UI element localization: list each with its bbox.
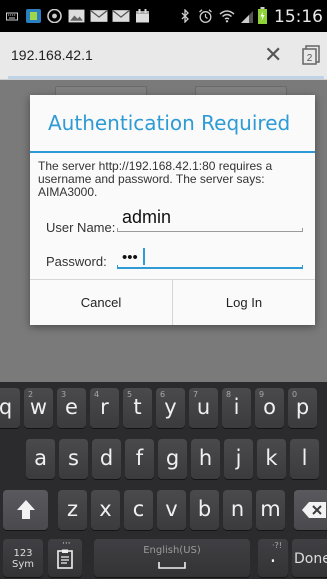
key-f[interactable]: f: [125, 439, 154, 479]
password-value: •••: [122, 249, 138, 266]
signal-icon: [241, 11, 253, 23]
key-w[interactable]: 2w: [24, 388, 53, 428]
key-n[interactable]: n: [223, 490, 252, 530]
tabs-icon[interactable]: 2: [302, 45, 320, 65]
key-t[interactable]: 5t: [123, 388, 152, 428]
key-g[interactable]: g: [158, 439, 187, 479]
keyboard-icon: [6, 12, 18, 21]
calendar-icon: [136, 9, 149, 23]
mail-icon: [112, 10, 130, 22]
username-field[interactable]: admin: [117, 207, 303, 232]
username-value: admin: [122, 207, 172, 227]
app-icon: [26, 9, 41, 23]
password-field[interactable]: •••: [117, 247, 303, 269]
key-e[interactable]: 3e: [57, 388, 86, 428]
key-i[interactable]: 8i: [222, 388, 251, 428]
auth-dialog: Authentication Required The server http:…: [30, 95, 315, 325]
status-time: 15:16: [274, 7, 323, 27]
text-caret: [143, 248, 145, 265]
url-bar[interactable]: 192.168.42.1 ✕ 2: [0, 32, 327, 80]
shift-icon: [17, 500, 35, 519]
key-a[interactable]: a: [26, 439, 55, 479]
password-label: Password:: [46, 254, 107, 269]
key-p[interactable]: 0p: [288, 388, 317, 428]
done-key[interactable]: Done: [292, 539, 327, 577]
key-l[interactable]: l: [290, 439, 319, 479]
cancel-button[interactable]: Cancel: [30, 280, 172, 325]
dialog-message: The server http://192.168.42.1:80 requir…: [38, 159, 273, 199]
tabs-count: 2: [307, 53, 313, 64]
backspace-key[interactable]: [294, 490, 327, 530]
key-c[interactable]: c: [124, 490, 153, 530]
key-q[interactable]: 1q: [0, 388, 20, 428]
key-j[interactable]: j: [224, 439, 253, 479]
key-z[interactable]: z: [58, 490, 87, 530]
close-icon[interactable]: ✕: [264, 42, 282, 68]
dimmed-webpage: [0, 325, 327, 382]
period-key[interactable]: ·?! .: [258, 539, 288, 577]
soft-keyboard: 1q 2w 3e 4r 5t 6y 7u 8i 9o 0p a s d f g …: [0, 382, 327, 579]
key-x[interactable]: x: [91, 490, 120, 530]
mail-icon: [90, 10, 108, 22]
alarm-icon: [199, 9, 212, 23]
shift-key[interactable]: [3, 490, 48, 530]
url-text[interactable]: 192.168.42.1: [11, 47, 93, 63]
title-divider: [30, 151, 315, 153]
key-u[interactable]: 7u: [189, 388, 218, 428]
symbols-key[interactable]: 123 Sym: [3, 539, 43, 577]
battery-icon: [258, 7, 267, 24]
key-y[interactable]: 6y: [156, 388, 185, 428]
backspace-icon: [302, 502, 326, 518]
key-b[interactable]: b: [190, 490, 219, 530]
key-d[interactable]: d: [92, 439, 121, 479]
status-bar: 15:16: [0, 0, 327, 32]
key-m[interactable]: m: [256, 490, 285, 530]
key-s[interactable]: s: [59, 439, 88, 479]
key-k[interactable]: k: [257, 439, 286, 479]
clipboard-key[interactable]: ···: [48, 539, 82, 577]
bluetooth-icon: [181, 9, 189, 23]
wifi-icon: [219, 10, 235, 23]
key-r[interactable]: 4r: [90, 388, 119, 428]
key-h[interactable]: h: [191, 439, 220, 479]
space-key[interactable]: English(US): [94, 539, 250, 577]
key-o[interactable]: 9o: [255, 388, 284, 428]
space-bar-icon: [158, 562, 186, 569]
username-label: User Name:: [46, 220, 116, 235]
login-button[interactable]: Log In: [173, 280, 315, 325]
chrome-icon: [47, 9, 62, 23]
dialog-title: Authentication Required: [48, 111, 291, 135]
page-load-progress: [8, 76, 324, 79]
image-icon: [68, 9, 85, 23]
clipboard-icon: [57, 549, 73, 569]
key-v[interactable]: v: [157, 490, 186, 530]
